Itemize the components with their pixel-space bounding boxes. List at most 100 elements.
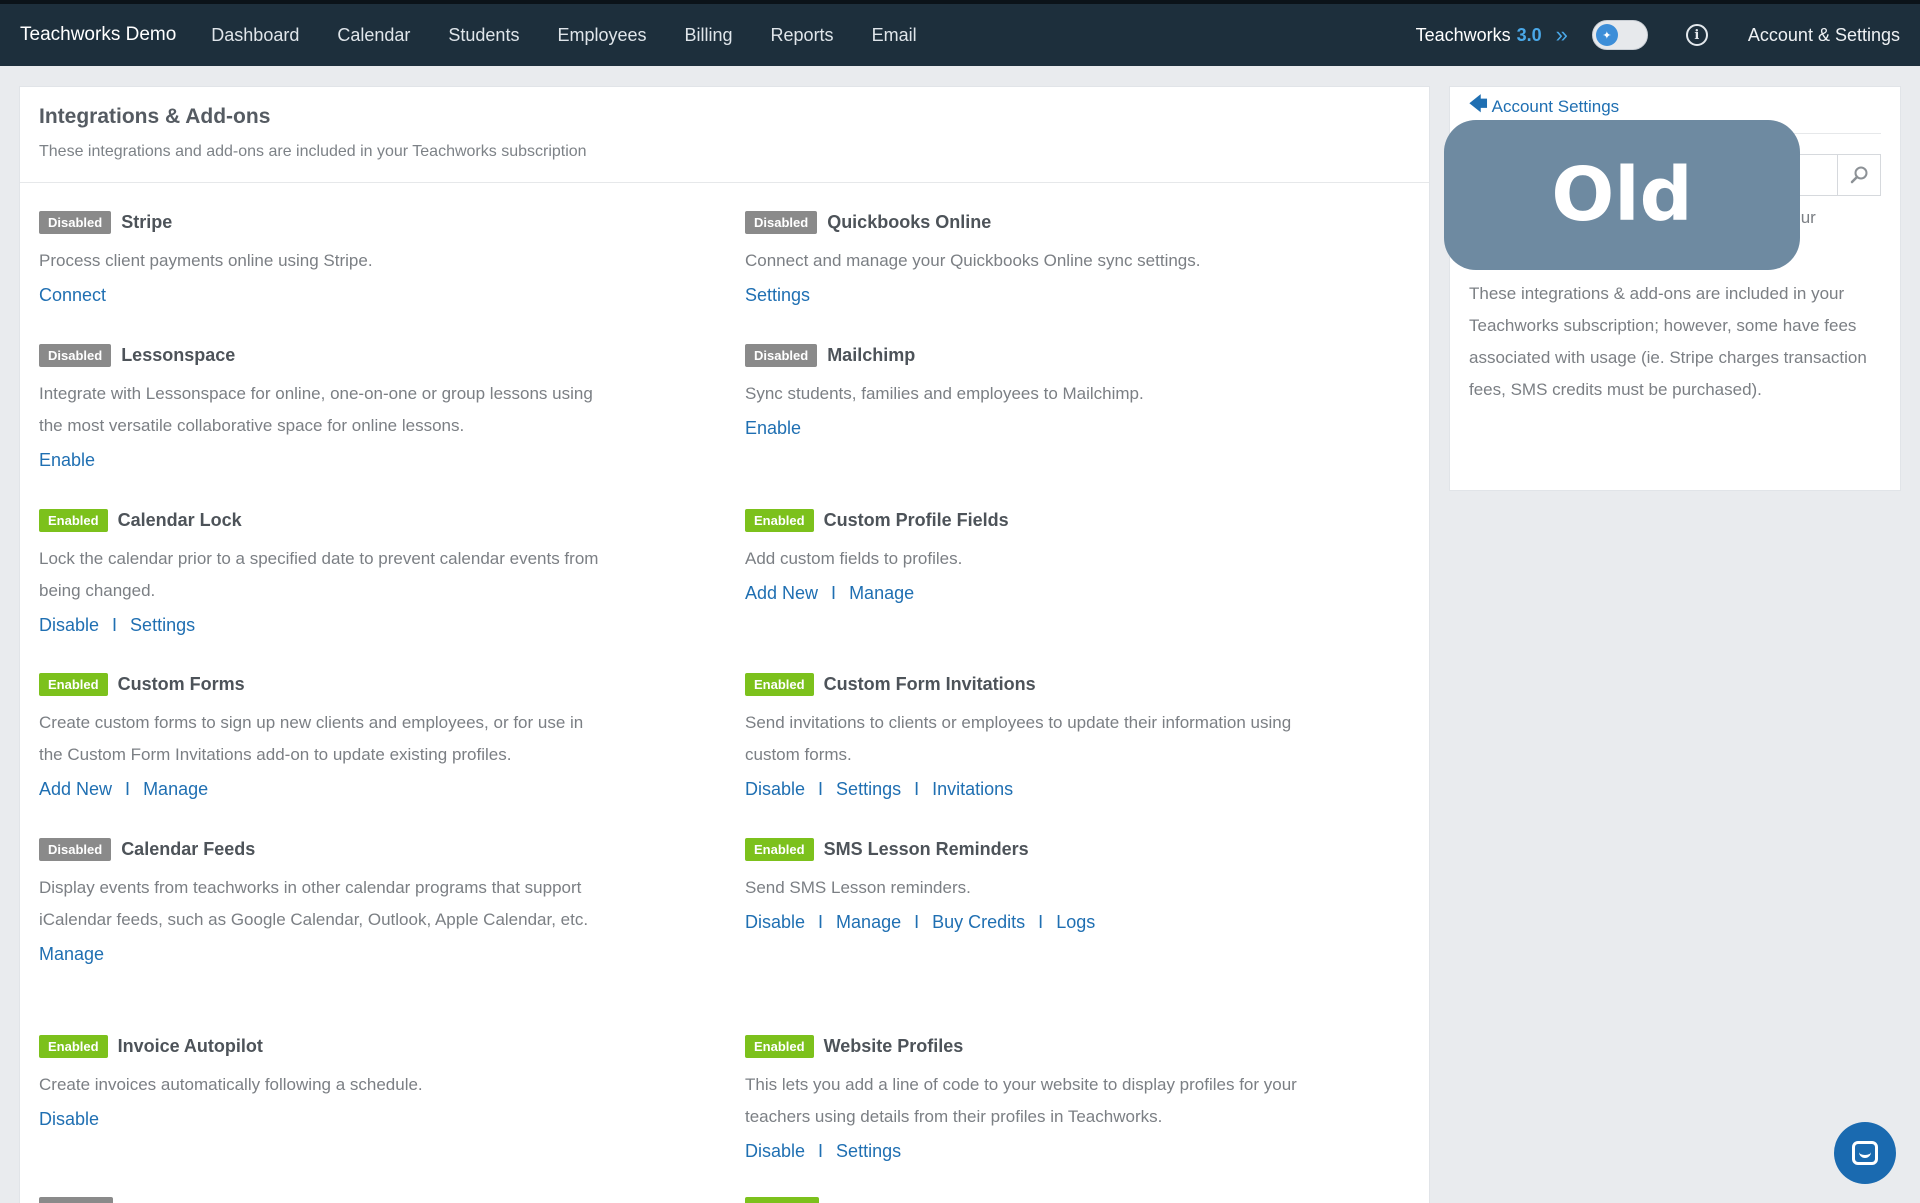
brand-name[interactable]: Teachworks Demo <box>20 24 176 46</box>
status-badge: Disabled <box>39 210 112 234</box>
addon-description: Sync students, families and employees to… <box>745 384 1144 403</box>
addon-stripe: Disabled Stripe Process client payments … <box>39 209 679 311</box>
addon-description: Connect and manage your Quickbooks Onlin… <box>745 251 1201 270</box>
status-badge: Enabled <box>39 508 108 532</box>
addon-calendar-feeds: Disabled Calendar Feeds Display events f… <box>39 836 679 970</box>
back-arrow-icon: 🡄 <box>1469 94 1488 114</box>
version-label[interactable]: Teachworks 3.0 <box>1416 25 1542 46</box>
addon-title: Custom Forms <box>117 673 245 694</box>
addon-description: Add custom fields to profiles. <box>745 549 963 568</box>
status-badge: Enabled <box>39 1034 108 1058</box>
panel-header: Integrations & Add-ons These integration… <box>20 87 1429 183</box>
quickbooks-settings-link[interactable]: Settings <box>745 285 810 305</box>
addon-title: Invoice Autopilot <box>117 1035 263 1056</box>
status-badge: Disabled <box>745 210 818 234</box>
info-icon[interactable]: i <box>1685 24 1708 46</box>
addon-title: Website Profiles <box>823 1035 964 1056</box>
addon-sms-lesson-reminders: Enabled SMS Lesson Reminders Send SMS Le… <box>745 836 1385 938</box>
addon-description: This lets you add a line of code to your… <box>745 1075 1297 1126</box>
profile-fields-add-new-link[interactable]: Add New <box>745 583 818 603</box>
nav-students[interactable]: Students <box>448 25 519 46</box>
old-version-overlay: Old <box>1444 120 1800 270</box>
invitations-invitations-link[interactable]: Invitations <box>932 779 1013 799</box>
status-badge: Enabled <box>745 508 814 532</box>
status-badge-partial <box>745 1197 819 1203</box>
invitations-disable-link[interactable]: Disable <box>745 779 805 799</box>
account-settings-link[interactable]: Account & Settings <box>1748 25 1900 46</box>
search-button[interactable] <box>1837 154 1881 196</box>
addon-quickbooks: Disabled Quickbooks Online Connect and m… <box>745 209 1385 311</box>
version-toggle[interactable]: ✦ <box>1591 20 1648 50</box>
top-navbar: Teachworks Demo Dashboard Calendar Stude… <box>0 0 1920 66</box>
sms-manage-link[interactable]: Manage <box>836 912 901 932</box>
status-badge: Disabled <box>745 343 818 367</box>
status-badge: Enabled <box>745 672 814 696</box>
addon-custom-form-invitations: Enabled Custom Form Invitations Send inv… <box>745 671 1385 805</box>
integrations-panel: Integrations & Add-ons These integration… <box>19 86 1430 1203</box>
nav-dashboard[interactable]: Dashboard <box>211 25 299 46</box>
addon-title: Mailchimp <box>827 344 916 365</box>
chat-icon <box>1852 1141 1878 1165</box>
addon-description: Create invoices automatically following … <box>39 1075 423 1094</box>
version-number: 3.0 <box>1516 24 1542 45</box>
page-title: Integrations & Add-ons <box>39 105 271 128</box>
lessonspace-enable-link[interactable]: Enable <box>39 450 95 470</box>
nav-employees[interactable]: Employees <box>557 25 646 46</box>
nav-reports[interactable]: Reports <box>771 25 834 46</box>
addon-website-profiles: Enabled Website Profiles This lets you a… <box>745 1033 1385 1167</box>
invitations-settings-link[interactable]: Settings <box>836 779 901 799</box>
custom-forms-add-new-link[interactable]: Add New <box>39 779 112 799</box>
addon-invoice-autopilot: Enabled Invoice Autopilot Create invoice… <box>39 1033 679 1135</box>
nav-calendar[interactable]: Calendar <box>337 25 410 46</box>
search-icon <box>1850 166 1868 184</box>
back-link-label: Account Settings <box>1491 97 1620 116</box>
nav-right-group: Teachworks 3.0 » ✦ i Account & Settings <box>1416 4 1900 66</box>
addon-description: Send invitations to clients or employees… <box>745 713 1292 764</box>
status-badge: Enabled <box>745 837 814 861</box>
status-badge: Disabled <box>39 837 112 861</box>
calendar-lock-settings-link[interactable]: Settings <box>130 615 195 635</box>
nav-billing[interactable]: Billing <box>685 25 733 46</box>
addon-description: Process client payments online using Str… <box>39 251 373 270</box>
addon-title: Calendar Feeds <box>121 838 256 859</box>
sms-buy-credits-link[interactable]: Buy Credits <box>932 912 1025 932</box>
mailchimp-enable-link[interactable]: Enable <box>745 418 801 438</box>
sidebar-fees-text: These integrations & add-ons are include… <box>1469 284 1867 399</box>
addon-description: Send SMS Lesson reminders. <box>745 878 971 897</box>
addon-calendar-lock: Enabled Calendar Lock Lock the calendar … <box>39 507 679 641</box>
invoice-autopilot-disable-link[interactable]: Disable <box>39 1109 99 1129</box>
addon-mailchimp: Disabled Mailchimp Sync students, famili… <box>745 342 1385 444</box>
status-badge: Disabled <box>39 343 112 367</box>
calendar-lock-disable-link[interactable]: Disable <box>39 615 99 635</box>
addon-title: Custom Profile Fields <box>823 509 1009 530</box>
addon-description: Create custom forms to sign up new clien… <box>39 713 584 764</box>
stripe-connect-link[interactable]: Connect <box>39 285 106 305</box>
addon-title: Quickbooks Online <box>827 211 992 232</box>
addon-title: Custom Form Invitations <box>823 673 1036 694</box>
custom-forms-manage-link[interactable]: Manage <box>143 779 208 799</box>
status-badge-partial <box>39 1197 113 1203</box>
chat-launcher-button[interactable] <box>1834 1122 1896 1184</box>
addon-custom-profile-fields: Enabled Custom Profile Fields Add custom… <box>745 507 1385 609</box>
nav-email[interactable]: Email <box>872 25 917 46</box>
addon-title: Stripe <box>121 211 173 232</box>
sms-logs-link[interactable]: Logs <box>1056 912 1095 932</box>
addon-description: Lock the calendar prior to a specified d… <box>39 549 599 600</box>
website-profiles-settings-link[interactable]: Settings <box>836 1141 901 1161</box>
addon-description: Integrate with Lessonspace for online, o… <box>39 384 593 435</box>
page-subtitle: These integrations and add-ons are inclu… <box>39 143 587 160</box>
addon-title: SMS Lesson Reminders <box>823 838 1029 859</box>
addon-lessonspace: Disabled Lessonspace Integrate with Less… <box>39 342 679 476</box>
addon-description: Display events from teachworks in other … <box>39 878 589 929</box>
calendar-feeds-manage-link[interactable]: Manage <box>39 944 104 964</box>
status-badge: Enabled <box>745 1034 814 1058</box>
addon-custom-forms: Enabled Custom Forms Create custom forms… <box>39 671 679 805</box>
chevron-double-right-icon[interactable]: » <box>1556 22 1568 48</box>
addon-title: Lessonspace <box>121 344 236 365</box>
version-text: Teachworks <box>1415 24 1511 45</box>
status-badge: Enabled <box>39 672 108 696</box>
website-profiles-disable-link[interactable]: Disable <box>745 1141 805 1161</box>
profile-fields-manage-link[interactable]: Manage <box>849 583 914 603</box>
sms-disable-link[interactable]: Disable <box>745 912 805 932</box>
toggle-knob-icon: ✦ <box>1595 24 1618 46</box>
